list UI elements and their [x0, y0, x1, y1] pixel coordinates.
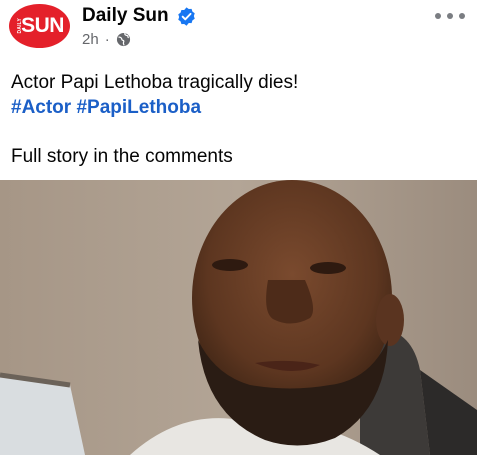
hashtag-link[interactable]: #Actor — [11, 97, 71, 118]
more-dot — [459, 13, 465, 19]
post-photo[interactable] — [0, 180, 477, 455]
logo-big-text: SUN — [21, 14, 64, 37]
meta-separator: · — [104, 30, 110, 48]
more-dot — [447, 13, 453, 19]
post-footer-text: Full story in the comments — [11, 146, 233, 167]
page-name-row: Daily Sun — [82, 4, 197, 28]
selfie-image — [0, 180, 477, 455]
verified-badge-icon — [177, 6, 195, 26]
page-name[interactable]: Daily Sun — [82, 5, 169, 27]
post-text: Actor Papi Lethoba tragically dies! — [11, 72, 299, 93]
daily-sun-logo: DAILY SUN — [9, 4, 70, 48]
post-header: DAILY SUN Daily Sun 2h · — [0, 0, 477, 62]
hashtag-link[interactable]: #PapiLethoba — [76, 97, 201, 118]
page-avatar[interactable]: DAILY SUN — [9, 4, 70, 48]
logo-small-text: DAILY — [17, 18, 23, 34]
more-dot — [435, 13, 441, 19]
more-options-icon[interactable] — [435, 8, 465, 24]
facebook-post: DAILY SUN Daily Sun 2h · Actor Papi Leth… — [0, 0, 477, 455]
post-timestamp[interactable]: 2h — [82, 31, 99, 48]
globe-icon[interactable] — [116, 32, 131, 47]
post-hashtags: #Actor #PapiLethoba — [11, 96, 201, 120]
post-meta: 2h · — [82, 30, 131, 48]
